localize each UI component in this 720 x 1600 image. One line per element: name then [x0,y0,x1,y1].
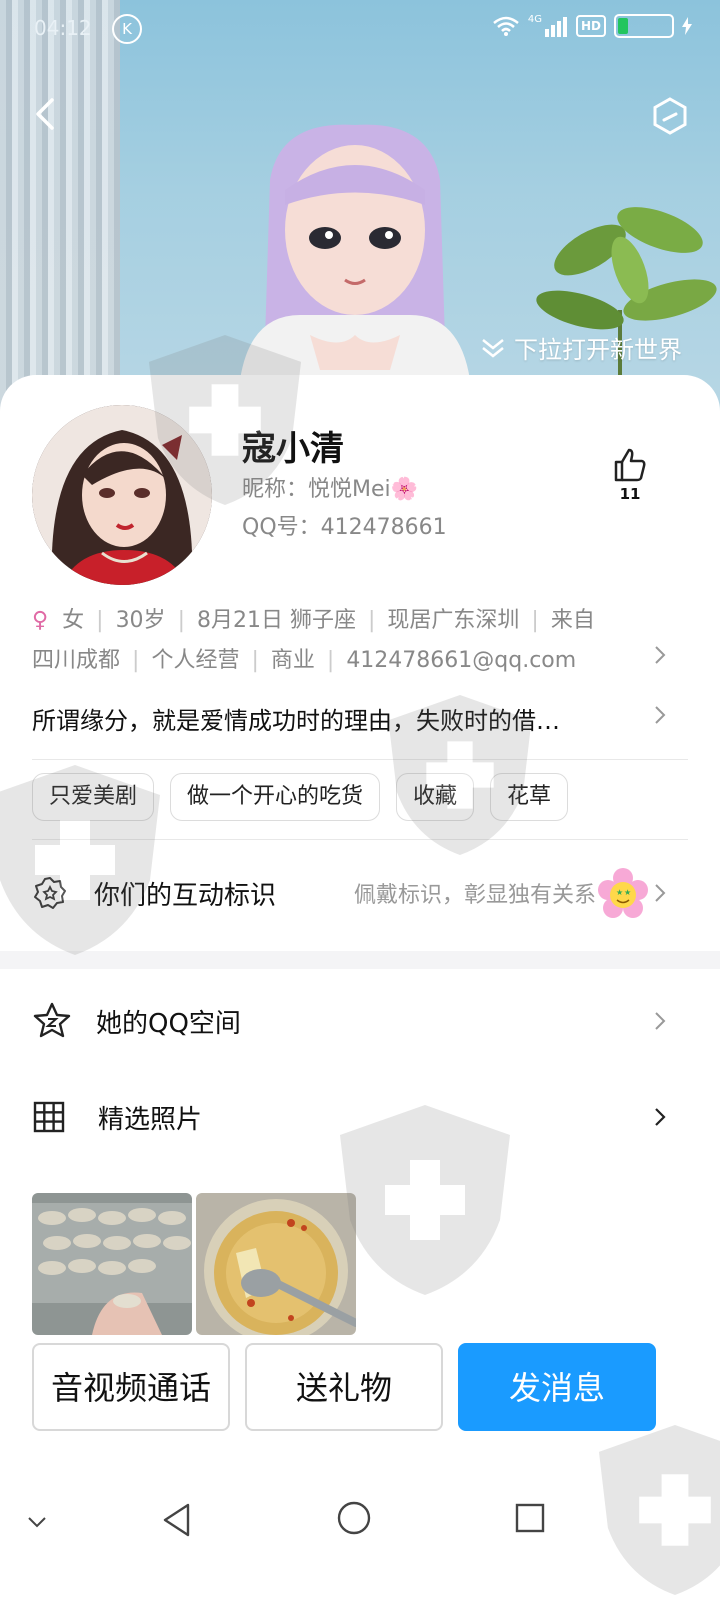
dumplings-image [32,1193,192,1335]
info-from-prefix: 来自 [550,608,595,633]
info-gender: 女 [62,608,85,633]
network-type: 4G [527,14,542,25]
profile-signature[interactable]: 所谓缘分，就是爱情成功时的理由，失败时的借… [32,701,642,736]
interaction-badge-row[interactable]: 你们的互动标识 佩戴标识，彰显独有关系 ★ ★ [32,865,688,921]
like-button[interactable]: 11 [608,447,652,503]
info-from-city: 四川成都 [32,648,121,673]
avatar[interactable] [32,405,212,585]
grid-icon [33,1101,65,1133]
wifi-icon [493,16,519,36]
svg-text:★: ★ [624,888,631,897]
video-call-button[interactable]: 音视频通话 [32,1343,230,1431]
interaction-subtitle: 佩戴标识，彰显独有关系 [353,883,596,908]
section-separator [0,951,720,969]
soup-image [196,1193,356,1335]
profile-info-line-1: ♀ 女 | 30岁 | 8月21日 狮子座 | 现居广东深圳 | 来自 [32,608,595,633]
photos-chevron-right-icon [655,1108,666,1126]
double-chevron-down-icon [482,338,504,358]
send-gift-button[interactable]: 送礼物 [245,1343,443,1431]
nav-back-icon[interactable] [160,1502,194,1538]
signal-icon [544,17,567,37]
profile-card: 寇小清 昵称：悦悦Mei🌸 QQ号：412478661 11 ♀ 女 | 30岁 | 8月… [0,375,720,1600]
divider [32,759,688,760]
action-buttons: 音视频通话 送礼物 发消息 [32,1343,656,1431]
interaction-label: 你们的互动标识 [94,880,277,911]
info-industry: 商业 [270,648,315,673]
charging-icon [682,17,692,35]
interaction-chevron-right-icon [655,884,666,902]
pull-down-hint[interactable]: 下拉打开新世界 [480,330,682,365]
nav-collapse-chevron-icon[interactable] [26,1514,48,1530]
profile-nickname: 昵称：悦悦Mei🌸 [242,477,419,502]
tag-item[interactable]: 收藏 [396,773,475,821]
photo-thumbnail-dumplings[interactable] [32,1193,192,1335]
qzone-row[interactable]: 她的QQ空间 [32,991,688,1051]
signature-chevron-right-icon[interactable] [650,705,670,725]
photo-thumbnail-soup[interactable] [196,1193,356,1335]
status-time: 04:12 [34,16,92,40]
tag-item[interactable]: 花草 [490,773,569,821]
info-location: 现居广东深圳 [387,608,520,633]
profile-info-line-2: 四川成都 | 个人经营 | 商业 | 412478661@qq.com [32,648,577,673]
hd-badge: HD [575,15,606,37]
cover-3d-avatar [240,124,470,380]
badge-gear-icon [34,877,66,909]
flower-emoji-icon: ★ ★ [598,868,648,918]
cover-curtain [0,0,120,420]
photo-strip [32,1193,356,1335]
system-navigation-bar [0,1480,720,1600]
profile-info[interactable]: ♀ 女 | 30岁 | 8月21日 狮子座 | 现居广东深圳 | 来自 四川成都 | 个人经营 | 商业 |… [32,601,642,681]
photos-label: 精选照片 [98,1104,203,1135]
pull-down-hint-text: 下拉打开新世界 [514,336,682,364]
thumbs-up-icon [614,448,646,482]
battery-icon [614,14,674,38]
gender-female-icon: ♀ [32,608,49,633]
nav-home-icon[interactable] [336,1500,372,1536]
profile-cover[interactable]: 04:12 K 4G HD 下拉打开新世界 [0,0,720,420]
profile-name: 寇小清 [242,429,344,469]
tag-item[interactable]: 只爱美剧 [32,773,155,821]
tag-item[interactable]: 做一个开心的吃货 [170,773,381,821]
info-email: 412478661@qq.com [346,648,577,673]
status-bar: 04:12 K 4G HD [0,0,720,56]
like-count: 11 [619,485,641,503]
info-birthday: 8月21日 狮子座 [196,608,356,633]
interest-tags: 只爱美剧 做一个开心的吃货 收藏 花草 [32,773,569,821]
back-icon[interactable] [28,94,68,134]
divider [32,839,688,840]
avatar-illustration [32,405,212,585]
qzone-chevron-right-icon [655,1012,666,1030]
send-message-button[interactable]: 发消息 [458,1343,656,1431]
info-age: 30岁 [115,608,166,633]
star-icon [33,1002,71,1038]
hexagon-icon[interactable] [650,96,690,136]
svg-text:★: ★ [616,888,623,897]
profile-qq-number: QQ号：412478661 [242,515,447,540]
k-badge-icon: K [112,14,142,44]
photos-row[interactable]: 精选照片 [32,1087,688,1147]
info-job: 个人经营 [151,648,240,673]
nav-recents-icon[interactable] [514,1502,546,1534]
info-chevron-right-icon[interactable] [650,645,670,665]
qzone-label: 她的QQ空间 [96,1008,241,1039]
